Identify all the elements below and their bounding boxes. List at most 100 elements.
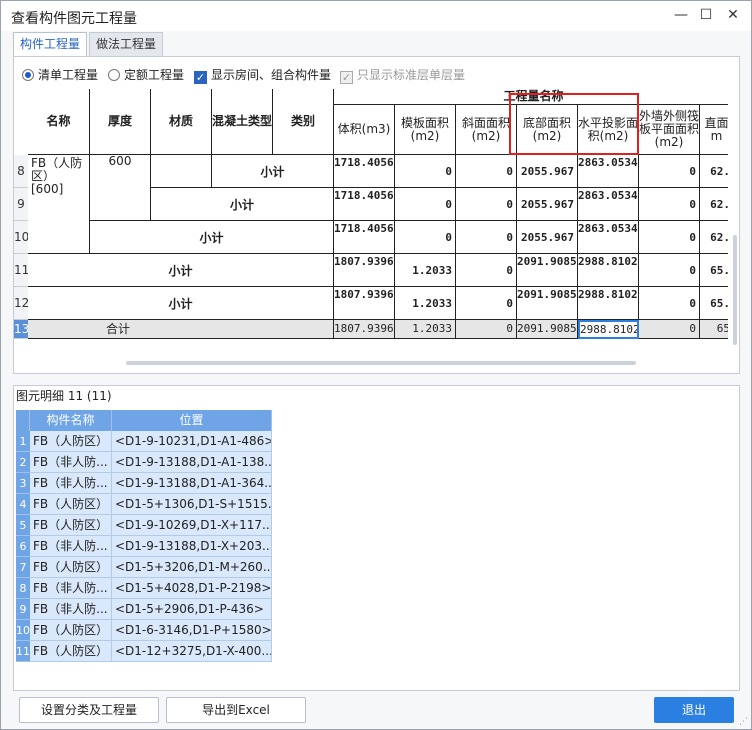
cell-volume: 1718.4056 (334, 221, 395, 254)
cell-volume: 1718.4056 (334, 188, 395, 221)
detail-row-name[interactable]: FB（人防区） (30, 515, 112, 536)
minimize-icon[interactable]: — (671, 5, 691, 25)
cell-formwork: 0 (395, 155, 456, 188)
detail-header-position: 位置 (112, 410, 272, 431)
cell-volume: 1718.4056 (334, 155, 395, 188)
checkbox-disabled-icon: ✓ (340, 71, 353, 84)
cell-side: 65. (700, 254, 728, 287)
checkbox-standard-floor-label: 只显示标准层单层量 (357, 68, 466, 82)
cell-formwork: 0 (395, 221, 456, 254)
detail-row-position[interactable]: <D1-6-3146,D1-P+1580> (112, 620, 272, 641)
header-formwork: 模板面积(m2) (395, 105, 456, 155)
radio-list-quantity[interactable]: 清单工程量 (22, 66, 98, 84)
detail-row-name[interactable]: FB（人防区） (30, 494, 112, 515)
detail-row-name[interactable]: FB（人防区） (30, 641, 112, 662)
cell-side: 62. (700, 188, 728, 221)
cell-outer: 0 (639, 188, 700, 221)
maximize-icon[interactable]: ☐ (696, 5, 716, 25)
radio-list-label: 清单工程量 (38, 68, 99, 82)
detail-row-name[interactable]: FB（人防区） (30, 557, 112, 578)
cell-outer: 0 (639, 221, 700, 254)
detail-row-number: 7 (16, 557, 30, 578)
detail-row-position[interactable]: <D1-12+3275,D1-X-400... (112, 641, 272, 662)
cell-side: 65. (700, 287, 728, 320)
quantity-panel: 清单工程量 定额工程量 ✓ 显示房间、组合构件量 ✓ 只显示标准层单层量 名称 厚度… (13, 56, 740, 374)
detail-row-name[interactable]: FB（人防区） (30, 431, 112, 452)
detail-row-name[interactable]: FB（非人防... (30, 578, 112, 599)
detail-row-name[interactable]: FB（非人防... (30, 599, 112, 620)
detail-row-name[interactable]: FB（非人防... (30, 536, 112, 557)
cell-slope: 0 (456, 287, 517, 320)
detail-row-number: 5 (16, 515, 30, 536)
detail-row-position[interactable]: <D1-9-13188,D1-A1-138... (112, 452, 272, 473)
header-category: 类别 (273, 89, 334, 155)
cell-side: 62. (700, 155, 728, 188)
header-material: 材质 (151, 89, 212, 155)
dialog-window: 查看构件图元工程量 — ☐ ✕ 构件工程量 做法工程量 清单工程量 定额工程量 … (0, 0, 752, 730)
total-formwork: 1.2033 (395, 320, 456, 339)
export-excel-button[interactable]: 导出到Excel (166, 697, 306, 723)
header-thickness: 厚度 (90, 89, 151, 155)
checkbox-checked-icon: ✓ (194, 71, 207, 84)
row-number: 8 (14, 155, 28, 188)
exit-button[interactable]: 退出 (654, 697, 734, 723)
detail-row-name[interactable]: FB（非人防... (30, 473, 112, 494)
header-slope: 斜面面积(m2) (456, 105, 517, 155)
settings-button[interactable]: 设置分类及工程量 (19, 697, 159, 723)
cell-outer: 0 (639, 287, 700, 320)
total-outer: 0 (639, 320, 700, 339)
detail-row-position[interactable]: <D1-9-10269,D1-X+117... (112, 515, 272, 536)
cell-bottom: 2055.967 (517, 188, 578, 221)
cell-volume: 1807.9396 (334, 287, 395, 320)
detail-row-position[interactable]: <D1-9-10231,D1-A1-486> (112, 431, 272, 452)
cell-fb-name: FB（人防区）[600] (28, 155, 90, 254)
header-name: 名称 (28, 89, 90, 155)
close-icon[interactable]: ✕ (723, 5, 743, 25)
row-number: 9 (14, 188, 28, 221)
resize-grip-icon[interactable]: ⋰ (739, 717, 749, 727)
cell-projection: 2863.0534 (578, 221, 639, 254)
total-projection-selected[interactable]: 2988.8102 (578, 320, 639, 339)
total-label: 合计 (28, 320, 334, 339)
checkbox-standard-floor[interactable]: ✓ 只显示标准层单层量 (340, 66, 465, 84)
cell-bottom: 2091.9085 (517, 287, 578, 320)
horizontal-scrollbar[interactable] (126, 361, 636, 365)
detail-corner (16, 410, 30, 431)
cell-material (151, 155, 212, 188)
detail-row-position[interactable]: <D1-9-13188,D1-A1-364... (112, 473, 272, 494)
row-number: 10 (14, 221, 29, 254)
cell-formwork: 1.2033 (395, 287, 456, 320)
row-number: 11 (14, 254, 29, 287)
checkbox-show-room[interactable]: ✓ 显示房间、组合构件量 (194, 66, 331, 84)
header-concrete-type: 混凝土类型 (212, 89, 273, 155)
detail-panel: 图元明细 11 (11) 构件名称 位置 1 FB（人防区） <D1-9-102… (13, 385, 740, 691)
row-number-selected: 13 (14, 320, 29, 339)
cell-fb-thickness: 600 (90, 155, 151, 221)
detail-row-position[interactable]: <D1-9-13188,D1-X+203... (112, 536, 272, 557)
detail-row-position[interactable]: <D1-5+4028,D1-P-2198> (112, 578, 272, 599)
detail-row-number: 1 (16, 431, 30, 452)
tab-component-quantity[interactable]: 构件工程量 (13, 32, 87, 56)
detail-row-position[interactable]: <D1-5+1306,D1-S+1515... (112, 494, 272, 515)
detail-title: 图元明细 11 (11) (16, 389, 112, 403)
detail-row-number: 4 (16, 494, 30, 515)
header-volume: 体积(m3) (334, 105, 395, 155)
vertical-scrollbar[interactable] (733, 235, 737, 345)
detail-row-name[interactable]: FB（非人防... (30, 452, 112, 473)
header-outer-raft: 外墙外侧筏板平面面积(m2) (639, 105, 700, 155)
detail-row-name[interactable]: FB（人防区） (30, 620, 112, 641)
cell-formwork: 0 (395, 188, 456, 221)
subtotal-label: 小计 (28, 287, 334, 320)
tab-method-quantity[interactable]: 做法工程量 (89, 32, 163, 56)
detail-row-number: 9 (16, 599, 30, 620)
cell-volume: 1807.9396 (334, 254, 395, 287)
detail-row-position[interactable]: <D1-5+3206,D1-M+260... (112, 557, 272, 578)
radio-quota-quantity[interactable]: 定额工程量 (108, 66, 184, 84)
total-volume: 1807.9396 (334, 320, 395, 339)
detail-row-position[interactable]: <D1-5+2906,D1-P-436> (112, 599, 272, 620)
cell-projection: 2988.8102 (578, 254, 639, 287)
total-side: 65 (700, 320, 728, 339)
cell-outer: 0 (639, 254, 700, 287)
subtotal-label: 小计 (151, 188, 334, 221)
cell-slope: 0 (456, 254, 517, 287)
